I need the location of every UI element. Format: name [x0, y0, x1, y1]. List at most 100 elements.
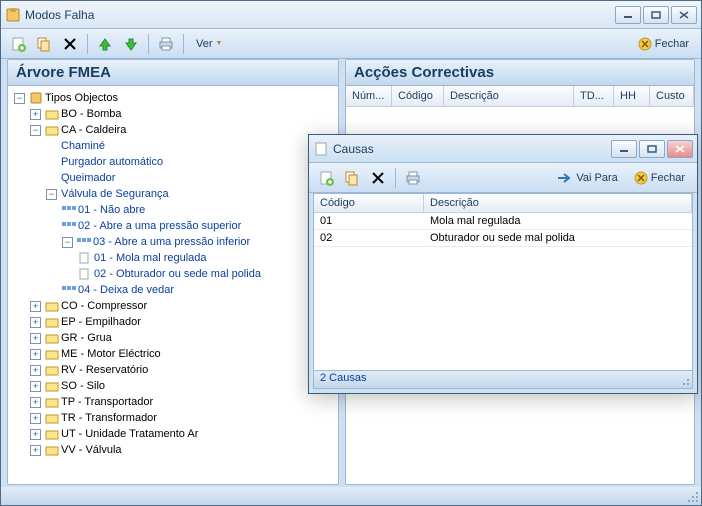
causas-col-codigo[interactable]: Código: [314, 194, 424, 212]
tree-toggle[interactable]: +: [30, 413, 41, 424]
page-icon: [78, 268, 92, 280]
cell-descricao: Mola mal regulada: [424, 213, 692, 229]
item-icon: [62, 204, 76, 216]
item-icon: [77, 236, 91, 248]
tree-toggle[interactable]: +: [30, 445, 41, 456]
grid-col-num[interactable]: Núm...: [346, 86, 392, 106]
tree-item-label[interactable]: 04 - Deixa de vedar: [78, 282, 174, 298]
causas-copy-button[interactable]: [341, 167, 363, 189]
tree-toggle[interactable]: −: [62, 237, 73, 248]
tree-toggle[interactable]: +: [30, 333, 41, 344]
tree-panel-title: Árvore FMEA: [8, 60, 338, 86]
tree-panel: Árvore FMEA − Tipos Objectos + BO - Bomba …: [7, 59, 339, 485]
grid-col-codigo[interactable]: Código: [392, 86, 444, 106]
cell-descricao: Obturador ou sede mal polida: [424, 230, 692, 246]
tree-toggle[interactable]: −: [14, 93, 25, 104]
tree-item-label[interactable]: 01 - Mola mal regulada: [94, 250, 207, 266]
resize-grip[interactable]: [687, 491, 699, 503]
causas-toolbar-close-button[interactable]: Fechar: [628, 167, 691, 189]
copy-button[interactable]: [33, 33, 55, 55]
tree-item-label[interactable]: 01 - Não abre: [78, 202, 145, 218]
tree-toggle[interactable]: +: [30, 365, 41, 376]
tree-item-label[interactable]: Válvula de Segurança: [61, 186, 169, 202]
fmea-tree[interactable]: − Tipos Objectos + BO - Bomba − CA - Caldei…: [12, 90, 334, 458]
page-icon: [78, 252, 92, 264]
grid-col-td[interactable]: TD...: [574, 86, 614, 106]
main-window-title: Modos Falha: [25, 8, 615, 22]
grid-col-hh[interactable]: HH: [614, 86, 650, 106]
tree-item-label[interactable]: VV - Válvula: [61, 442, 122, 458]
tree-item-label[interactable]: ME - Motor Eléctrico: [61, 346, 161, 362]
causas-col-descricao[interactable]: Descrição: [424, 194, 692, 212]
list-row[interactable]: 02 Obturador ou sede mal polida: [314, 230, 692, 247]
tree-item-label[interactable]: GR - Grua: [61, 330, 112, 346]
tree-toggle[interactable]: +: [30, 317, 41, 328]
causas-statusbar: 2 Causas: [313, 371, 693, 389]
folder-icon: [45, 108, 59, 120]
close-icon: [634, 171, 648, 185]
tree-toggle[interactable]: −: [30, 125, 41, 136]
folder-icon: [45, 124, 59, 136]
tree-item-label[interactable]: 02 - Abre a uma pressão superior: [78, 218, 241, 234]
causas-minimize-button[interactable]: [611, 140, 637, 158]
tree-item-label[interactable]: 03 - Abre a uma pressão inferior: [93, 234, 250, 250]
tree-item-label[interactable]: BO - Bomba: [61, 106, 122, 122]
arrow-right-icon: [557, 172, 573, 184]
tree-toggle[interactable]: +: [30, 429, 41, 440]
actions-panel-title: Acções Correctivas: [346, 60, 694, 86]
tree-item-label[interactable]: SO - Silo: [61, 378, 105, 394]
clipboard-icon: [29, 92, 43, 104]
tree-toggle[interactable]: +: [30, 381, 41, 392]
tree-toggle[interactable]: +: [30, 109, 41, 120]
toolbar-close-button[interactable]: Fechar: [632, 33, 695, 55]
close-window-button[interactable]: [671, 6, 697, 24]
move-up-button[interactable]: [94, 33, 116, 55]
tree-item-label[interactable]: UT - Unidade Tratamento Ar: [61, 426, 198, 442]
tree-toggle[interactable]: +: [30, 301, 41, 312]
tree-item-label[interactable]: TP - Transportador: [61, 394, 153, 410]
tree-item-label[interactable]: Chaminé: [61, 138, 105, 154]
causas-maximize-button[interactable]: [639, 140, 665, 158]
tree-item-label[interactable]: CO - Compressor: [61, 298, 147, 314]
app-icon: [5, 7, 21, 23]
tree-item-label[interactable]: RV - Reservatório: [61, 362, 148, 378]
causas-list-header: Código Descrição: [314, 194, 692, 213]
causas-print-button[interactable]: [402, 167, 424, 189]
tree-item-label[interactable]: TR - Transformador: [61, 410, 157, 426]
list-row[interactable]: 01 Mola mal regulada: [314, 213, 692, 230]
tree-item-label[interactable]: Purgador automático: [61, 154, 163, 170]
causas-icon: [313, 141, 329, 157]
tree-toggle[interactable]: +: [30, 349, 41, 360]
tree-item-label[interactable]: EP - Empilhador: [61, 314, 141, 330]
actions-grid-header: Núm... Código Descrição TD... HH Custo: [346, 86, 694, 107]
tree-root-label[interactable]: Tipos Objectos: [45, 90, 118, 106]
causas-delete-button[interactable]: [367, 167, 389, 189]
tree-toggle[interactable]: −: [46, 189, 57, 200]
tree-item-label[interactable]: CA - Caldeira: [61, 122, 126, 138]
causas-new-button[interactable]: [315, 167, 337, 189]
minimize-button[interactable]: [615, 6, 641, 24]
view-menu[interactable]: Ver▼: [190, 33, 228, 55]
view-menu-label: Ver: [196, 38, 213, 50]
resize-grip[interactable]: [678, 374, 690, 386]
causas-goto-button[interactable]: Vai Para: [551, 167, 623, 189]
tree-item-label[interactable]: 02 - Obturador ou sede mal polida: [94, 266, 261, 282]
delete-button[interactable]: [59, 33, 81, 55]
cell-codigo: 02: [314, 230, 424, 246]
new-button[interactable]: [7, 33, 29, 55]
tree-item-label[interactable]: Queimador: [61, 170, 115, 186]
main-statusbar: [1, 487, 701, 505]
close-icon: [638, 37, 652, 51]
causas-toolbar-close-label: Fechar: [651, 172, 685, 184]
move-down-button[interactable]: [120, 33, 142, 55]
maximize-button[interactable]: [643, 6, 669, 24]
causas-toolbar: Vai Para Fechar: [309, 163, 697, 193]
tree-toggle[interactable]: +: [30, 397, 41, 408]
grid-col-descricao[interactable]: Descrição: [444, 86, 574, 106]
causas-close-window-button[interactable]: [667, 140, 693, 158]
causas-status-text: 2 Causas: [320, 372, 366, 384]
grid-col-custo[interactable]: Custo: [650, 86, 694, 106]
print-button[interactable]: [155, 33, 177, 55]
causas-titlebar: Causas: [309, 135, 697, 163]
causas-window: Causas Vai Para Fechar Código Descrição: [308, 134, 698, 394]
